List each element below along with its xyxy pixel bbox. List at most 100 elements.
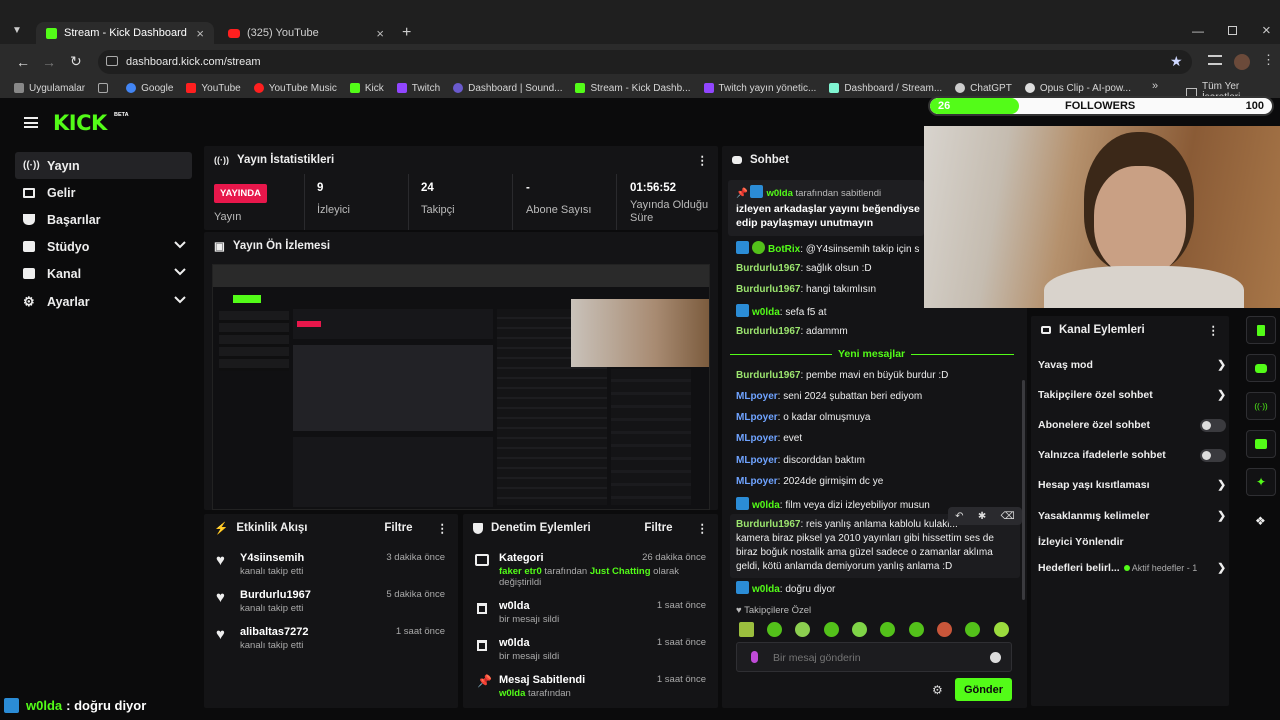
bookmark-twitch-manager[interactable]: Twitch yayın yönetic... xyxy=(703,83,816,94)
hamburger-menu-icon[interactable] xyxy=(24,117,38,128)
emote-icon[interactable] xyxy=(795,622,810,637)
chat-username[interactable]: Burdurlu1967 xyxy=(736,263,800,274)
more-options-icon[interactable]: ⋮ xyxy=(697,153,709,167)
more-options-icon[interactable]: ⋮ xyxy=(697,521,709,535)
activity-filter-button[interactable]: Filtre xyxy=(384,522,412,534)
chat-username[interactable]: w0lda xyxy=(752,584,780,595)
emote-icon[interactable] xyxy=(909,622,924,637)
pinned-message[interactable]: 📌 w0lda tarafından sabitlendi izleyen ar… xyxy=(728,180,924,236)
chat-username[interactable]: MLpoyer xyxy=(736,433,778,444)
emote-icon[interactable] xyxy=(994,622,1009,637)
chat-toggle-button[interactable] xyxy=(1246,354,1276,382)
emote-icon[interactable] xyxy=(739,622,754,637)
emote-icon[interactable] xyxy=(965,622,980,637)
bookmark-kick[interactable]: Kick xyxy=(349,83,384,94)
chat-username[interactable]: w0lda xyxy=(752,307,780,318)
tab-search-button[interactable]: ▼ xyxy=(12,25,30,41)
bookmark-streamlabs[interactable]: Dashboard / Stream... xyxy=(829,83,942,94)
send-button[interactable]: Gönder xyxy=(955,678,1012,701)
bookmark-apps[interactable]: Uygulamalar xyxy=(14,83,85,94)
reply-icon[interactable]: ↶ xyxy=(955,511,963,522)
chat-username[interactable]: Burdurlu1967 xyxy=(736,326,800,337)
more-options-icon[interactable]: ⋮ xyxy=(1208,323,1220,337)
action-raid[interactable]: İzleyici Yönlendir xyxy=(1038,532,1226,552)
action-banned-words[interactable]: Yasaklanmış kelimeler ❯ xyxy=(1038,506,1226,526)
chat-message-field[interactable] xyxy=(773,649,973,666)
sidebar-item-gelir[interactable]: Gelir xyxy=(15,179,192,206)
bookmark-youtube[interactable]: YouTube xyxy=(186,83,241,94)
minimize-button[interactable]: — xyxy=(1192,24,1204,38)
close-icon[interactable]: × xyxy=(196,26,204,41)
widgets-icon[interactable]: ❖ xyxy=(1255,514,1266,528)
emote-icon[interactable] xyxy=(767,622,782,637)
bookmark-twitch[interactable]: Twitch xyxy=(396,83,440,94)
profile-avatar[interactable] xyxy=(1234,54,1250,70)
channel-actions-toggle-button[interactable] xyxy=(1246,430,1276,458)
chat-username[interactable]: MLpoyer xyxy=(736,455,778,466)
more-bookmarks-icon[interactable]: » xyxy=(1152,80,1158,92)
bookmark-opusclip[interactable]: Opus Clip - AI-pow... xyxy=(1024,83,1131,94)
browser-tab-kick[interactable]: Stream - Kick Dashboard × xyxy=(36,22,214,44)
sidebar-item-studyo[interactable]: Stüdyo xyxy=(15,233,192,260)
emote-icon[interactable] xyxy=(880,622,895,637)
action-slow-mode[interactable]: Yavaş mod ❯ xyxy=(1038,355,1226,375)
close-icon[interactable]: × xyxy=(376,26,384,41)
grid-icon[interactable] xyxy=(98,83,109,93)
emote-icon[interactable] xyxy=(824,622,839,637)
more-options-icon[interactable]: ⋮ xyxy=(437,521,449,535)
bookmark-kick-dashboard[interactable]: Stream - Kick Dashb... xyxy=(575,83,691,94)
mod-user[interactable]: w0lda xyxy=(499,688,525,699)
close-window-button[interactable]: × xyxy=(1262,22,1271,39)
chat-username[interactable]: MLpoyer xyxy=(736,476,778,487)
chat-scrollbar[interactable] xyxy=(1022,380,1025,600)
chat-username[interactable]: Burdurlu1967 xyxy=(736,519,800,530)
mic-icon[interactable] xyxy=(751,651,758,663)
bookmark-soundalerts[interactable]: Dashboard | Sound... xyxy=(453,83,562,94)
bookmark-google[interactable]: Google xyxy=(126,83,173,94)
mod-category[interactable]: Just Chatting xyxy=(590,566,651,577)
subscribers-only-toggle[interactable] xyxy=(1200,418,1226,432)
back-icon[interactable]: ← xyxy=(16,54,30,70)
stream-preview-video[interactable] xyxy=(212,264,710,510)
moderation-filter-button[interactable]: Filtre xyxy=(644,522,672,534)
chat-input[interactable] xyxy=(736,642,1012,672)
restore-button[interactable] xyxy=(1228,26,1237,35)
chat-settings-icon[interactable]: ⚙ xyxy=(932,683,943,697)
tools-toggle-button[interactable]: ✦ xyxy=(1246,468,1276,496)
chat-username[interactable]: Burdurlu1967 xyxy=(736,284,800,295)
site-info-icon[interactable] xyxy=(106,56,118,66)
emoji-picker-icon[interactable] xyxy=(990,652,1001,663)
emote-icon[interactable] xyxy=(937,622,952,637)
chat-username[interactable]: BotRix xyxy=(768,244,800,255)
menu-icon[interactable]: ⋮ xyxy=(1262,52,1275,68)
kick-logo[interactable]: KICK xyxy=(53,111,107,135)
bookmark-chatgpt[interactable]: ChatGPT xyxy=(955,83,1012,94)
pin-icon[interactable]: ✱ xyxy=(978,511,986,522)
sidebar-item-kanal[interactable]: Kanal xyxy=(15,260,192,287)
trash-icon[interactable]: ⌫ xyxy=(1001,511,1015,522)
emote-icon[interactable] xyxy=(852,622,867,637)
chat-username[interactable]: MLpoyer xyxy=(736,391,778,402)
action-goals[interactable]: Hedefleri belirl... Aktif hedefler - 1 ❯ xyxy=(1038,558,1226,578)
media-control-icon[interactable] xyxy=(1208,55,1222,65)
quick-notes-button[interactable] xyxy=(1246,316,1276,344)
action-account-age[interactable]: Hesap yaşı kısıtlaması ❯ xyxy=(1038,475,1226,495)
chat-username[interactable]: w0lda xyxy=(752,500,780,511)
chat-username[interactable]: MLpoyer xyxy=(736,412,778,423)
broadcast-toggle-button[interactable]: ((·)) xyxy=(1246,392,1276,420)
mod-user[interactable]: faker etr0 xyxy=(499,566,542,577)
sidebar-item-ayarlar[interactable]: ⚙ Ayarlar xyxy=(15,288,192,315)
bookmark-youtube-music[interactable]: YouTube Music xyxy=(253,83,337,94)
new-tab-button[interactable]: + xyxy=(402,24,411,42)
emotes-only-toggle[interactable] xyxy=(1200,448,1226,462)
chat-username[interactable]: Burdurlu1967 xyxy=(736,370,800,381)
sidebar-item-basarilar[interactable]: Başarılar xyxy=(15,206,192,233)
star-icon[interactable]: ★ xyxy=(1170,53,1183,70)
forward-icon[interactable]: → xyxy=(42,54,56,70)
sidebar-item-yayin[interactable]: ((·)) Yayın xyxy=(15,152,192,179)
reload-icon[interactable]: ↻ xyxy=(70,53,82,70)
pinned-user[interactable]: w0lda xyxy=(766,188,792,199)
browser-tab-youtube[interactable]: (325) YouTube × xyxy=(218,22,394,44)
url-field[interactable]: dashboard.kick.com/stream xyxy=(98,50,1192,74)
action-followers-only[interactable]: Takipçilere özel sohbet ❯ xyxy=(1038,385,1226,405)
